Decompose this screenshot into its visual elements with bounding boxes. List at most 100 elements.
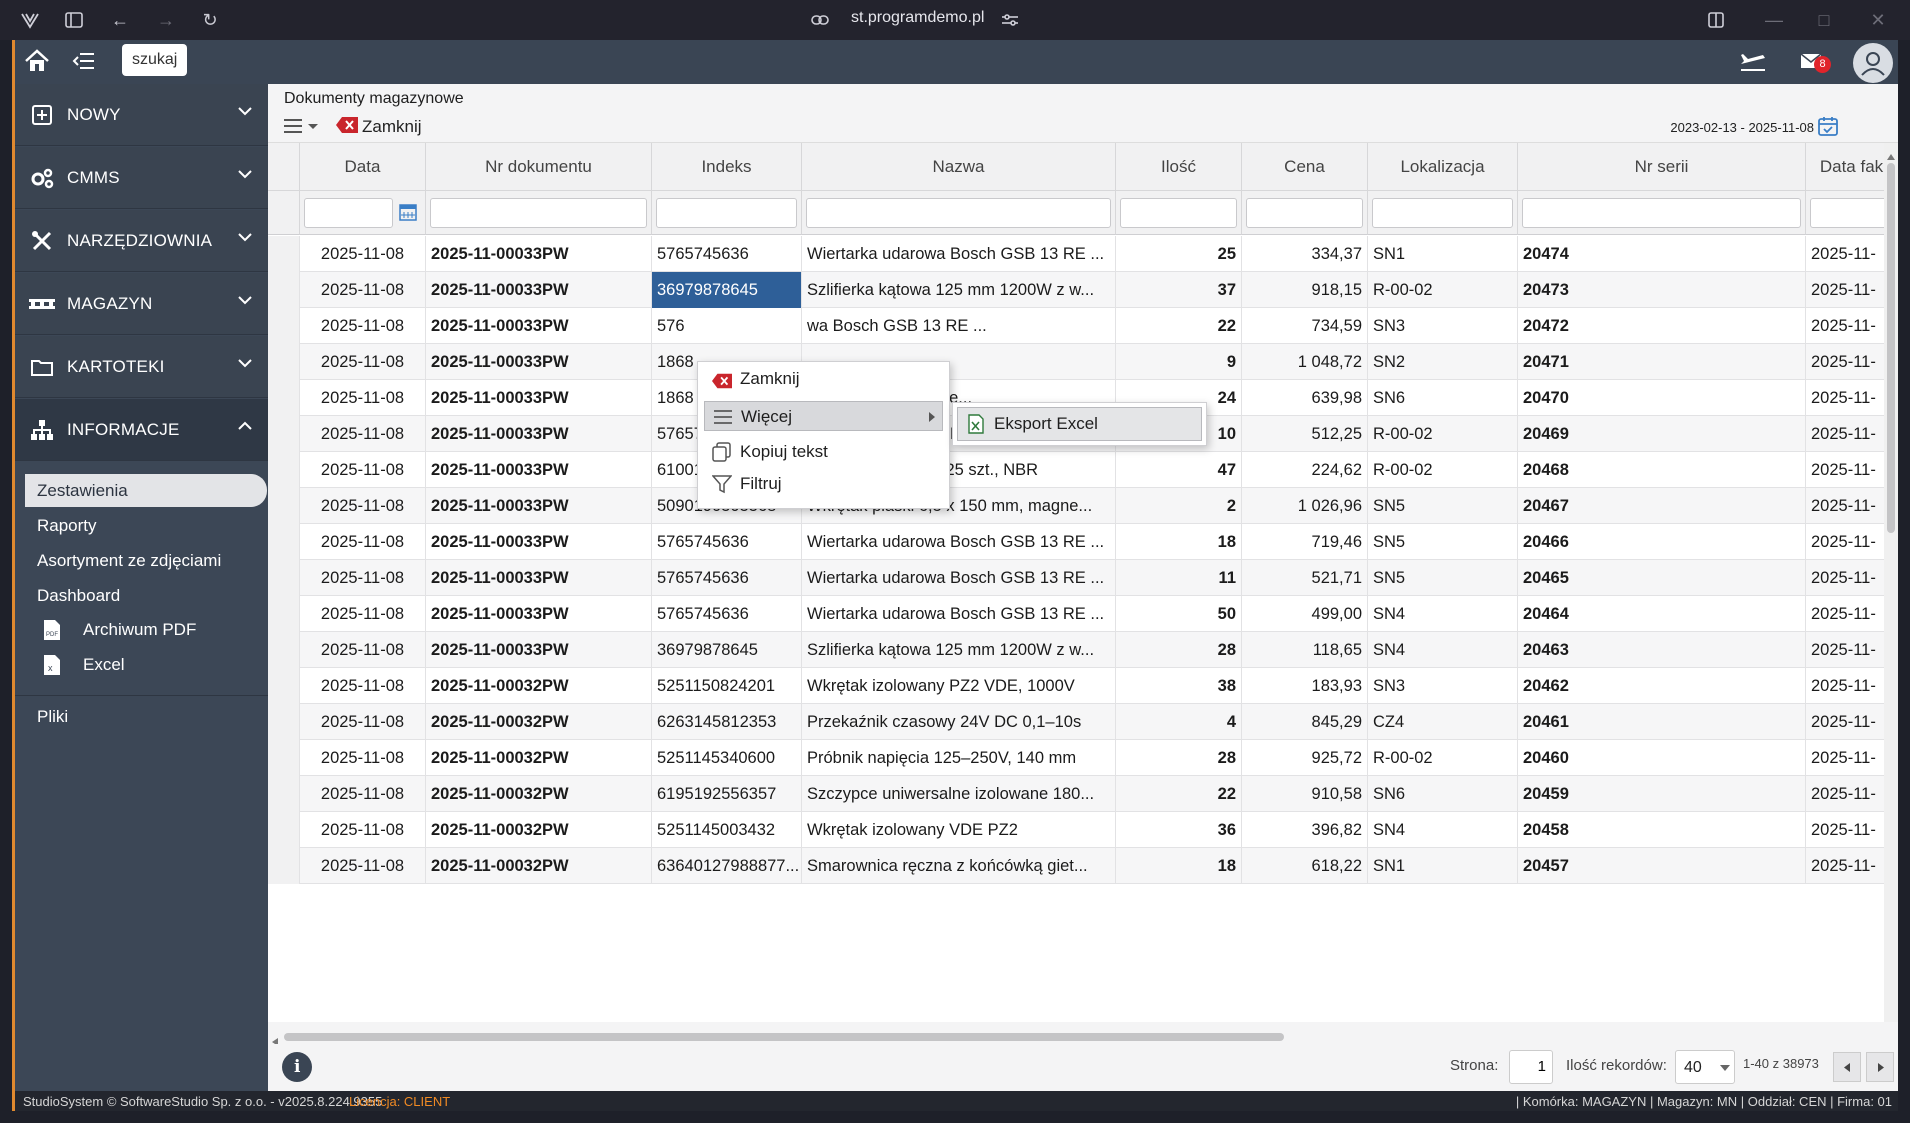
table-cell[interactable]: 5251150824201 [652, 668, 802, 704]
table-cell[interactable]: 22 [1116, 308, 1242, 344]
table-cell[interactable]: 2025-11-00032PW [426, 704, 652, 740]
table-cell[interactable]: 9 [1116, 344, 1242, 380]
row-gutter[interactable] [268, 308, 300, 344]
table-cell[interactable]: Szczypce uniwersalne izolowane 180... [802, 776, 1116, 812]
subitem-zestawienia[interactable]: Zestawienia [25, 474, 267, 507]
sidebar-item-magazyn[interactable]: MAGAZYN [15, 273, 268, 335]
table-cell[interactable]: 20459 [1518, 776, 1806, 812]
table-cell[interactable]: 5251145003432 [652, 812, 802, 848]
prev-page-button[interactable] [1833, 1052, 1861, 1082]
table-cell[interactable]: Szlifierka kątowa 125 mm 1200W z w... [802, 272, 1116, 308]
table-cell[interactable]: 38 [1116, 668, 1242, 704]
table-row[interactable]: 2025-11-08 2025-11-00033PW 1868 9 1 048,72 SN… [268, 344, 1898, 380]
table-cell[interactable]: SN1 [1368, 848, 1518, 884]
table-cell[interactable]: 28 [1116, 632, 1242, 668]
table-cell[interactable]: 2025-11-08 [300, 776, 426, 812]
table-cell[interactable]: Smarownica ręczna z końcówką giet... [802, 848, 1116, 884]
subitem-dashboard[interactable]: Dashboard [25, 579, 267, 612]
table-cell[interactable]: 2025-11-08 [300, 848, 426, 884]
home-icon[interactable] [23, 48, 53, 76]
table-cell[interactable]: 36979878645 [652, 272, 802, 308]
minimize-icon[interactable]: — [1762, 8, 1786, 32]
table-row[interactable]: 2025-11-08 2025-11-00033PW 576 wa Bosch GSB… [268, 308, 1898, 344]
table-cell[interactable]: 118,65 [1242, 632, 1368, 668]
split-view-icon[interactable] [1704, 8, 1728, 32]
row-gutter[interactable] [268, 236, 300, 272]
table-cell[interactable]: 2025-11-08 [300, 524, 426, 560]
table-cell[interactable]: SN5 [1368, 524, 1518, 560]
table-cell[interactable]: 18 [1116, 848, 1242, 884]
table-cell[interactable]: Wkrętak izolowany PZ2 VDE, 1000V [802, 668, 1116, 704]
table-cell[interactable]: 37 [1116, 272, 1242, 308]
table-cell[interactable]: R-00-02 [1368, 272, 1518, 308]
date-filter-calendar-icon[interactable] [399, 203, 419, 223]
table-cell[interactable]: 2025-11-00033PW [426, 416, 652, 452]
filter-input[interactable] [430, 198, 647, 228]
table-cell[interactable]: 36979878645 [652, 632, 802, 668]
column-header[interactable]: Indeks [652, 143, 802, 191]
table-cell[interactable]: R-00-02 [1368, 452, 1518, 488]
table-cell[interactable]: 2025-11-08 [300, 812, 426, 848]
filter-input[interactable] [1522, 198, 1801, 228]
table-cell[interactable]: 845,29 [1242, 704, 1368, 740]
column-header[interactable]: Data [300, 143, 426, 191]
table-row[interactable]: 2025-11-08 2025-11-00032PW 5251145340600 Pr… [268, 740, 1898, 776]
subitem-asortyment[interactable]: Asortyment ze zdjęciami [25, 544, 267, 577]
table-cell[interactable]: 918,15 [1242, 272, 1368, 308]
ctx-copy-item[interactable]: Kopiuj tekst [704, 437, 943, 467]
table-cell[interactable]: 521,71 [1242, 560, 1368, 596]
table-cell[interactable]: 20465 [1518, 560, 1806, 596]
table-cell[interactable]: 18 [1116, 524, 1242, 560]
table-cell[interactable]: 334,37 [1242, 236, 1368, 272]
scroll-thumb[interactable] [1887, 163, 1895, 533]
table-cell[interactable]: SN2 [1368, 344, 1518, 380]
filter-input[interactable] [1810, 198, 1893, 228]
table-row[interactable]: 2025-11-08 2025-11-00032PW 5251145003432 Wk… [268, 812, 1898, 848]
plane-icon[interactable] [1738, 50, 1768, 74]
table-cell[interactable]: 36 [1116, 812, 1242, 848]
table-cell[interactable]: 5251145340600 [652, 740, 802, 776]
sidebar-item-nowy[interactable]: NOWY [15, 84, 268, 146]
table-row[interactable]: 2025-11-08 2025-11-00033PW 36979878645 Szli… [268, 632, 1898, 668]
menu-collapse-icon[interactable] [72, 51, 98, 73]
date-range[interactable]: 2023-02-13 - 2025-11-08 [1670, 120, 1814, 135]
column-header[interactable]: Ilość [1116, 143, 1242, 191]
table-cell[interactable]: SN3 [1368, 668, 1518, 704]
filter-input[interactable] [1372, 198, 1513, 228]
reload-icon[interactable]: ↻ [198, 8, 222, 32]
column-header[interactable]: Nazwa [802, 143, 1116, 191]
table-cell[interactable]: 5765745636 [652, 596, 802, 632]
table-cell[interactable]: 2025-11-00033PW [426, 524, 652, 560]
table-cell[interactable]: 20458 [1518, 812, 1806, 848]
table-cell[interactable]: 47 [1116, 452, 1242, 488]
info-icon[interactable]: i [282, 1052, 312, 1082]
table-row[interactable]: 2025-11-082025-11-00033PW5765745636Wiert… [268, 524, 1898, 560]
subitem-archiwum-pdf[interactable]: PDF Archiwum PDF [31, 614, 267, 647]
table-cell[interactable]: 2025-11-00032PW [426, 740, 652, 776]
table-cell[interactable]: 2025-11-08 [300, 272, 426, 308]
row-gutter[interactable] [268, 524, 300, 560]
row-gutter[interactable] [268, 632, 300, 668]
ctx-export-excel-item[interactable]: Eksport Excel [957, 407, 1202, 441]
table-cell[interactable]: 2025-11-08 [300, 740, 426, 776]
table-cell[interactable]: 2025-11-08 [300, 380, 426, 416]
table-cell[interactable]: 50 [1116, 596, 1242, 632]
table-cell[interactable]: 2025-11-08 [300, 488, 426, 524]
table-cell[interactable]: 5765745636 [652, 524, 802, 560]
table-cell[interactable]: 11 [1116, 560, 1242, 596]
table-cell[interactable]: 910,58 [1242, 776, 1368, 812]
table-cell[interactable]: 20457 [1518, 848, 1806, 884]
site-settings-icon[interactable] [998, 8, 1022, 32]
table-cell[interactable]: 639,98 [1242, 380, 1368, 416]
close-window-icon[interactable]: ✕ [1866, 8, 1890, 32]
search-button[interactable]: szukaj [122, 44, 188, 76]
table-cell[interactable]: 2025-11-00032PW [426, 812, 652, 848]
table-cell[interactable]: 2025-11-08 [300, 560, 426, 596]
sidebar-item-cmms[interactable]: CMMS [15, 147, 268, 209]
table-cell[interactable]: 63640127988877... [652, 848, 802, 884]
user-avatar[interactable] [1853, 43, 1893, 83]
row-gutter[interactable] [268, 812, 300, 848]
address-bar[interactable]: st.programdemo.pl [851, 9, 984, 27]
horizontal-scrollbar[interactable] [268, 1030, 1898, 1046]
table-cell[interactable]: 20464 [1518, 596, 1806, 632]
